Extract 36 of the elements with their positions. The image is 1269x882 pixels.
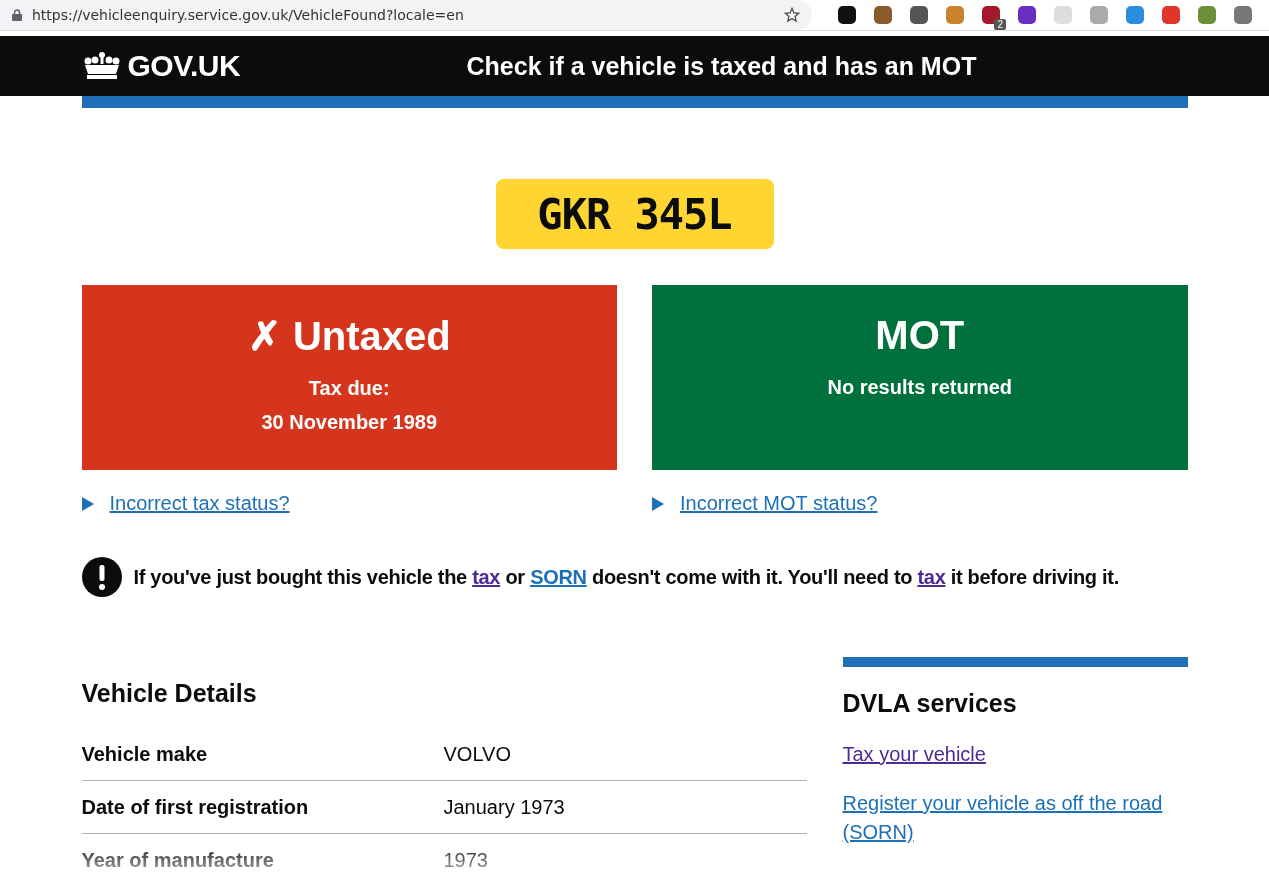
sidebar-heading: DVLA services — [842, 689, 1018, 718]
number-plate: GKR 345L — [495, 179, 774, 249]
disclosure-triangle-icon[interactable] — [81, 496, 94, 511]
service-link[interactable]: Tax your vehicle — [842, 740, 1188, 769]
extension-icon[interactable] — [838, 6, 856, 24]
details-link[interactable]: Incorrect MOT status? — [680, 492, 878, 515]
address-bar[interactable]: https://vehicleenquiry.service.gov.uk/VehicleFound?locale=en — [0, 0, 812, 30]
detail-value: VOLVO — [443, 742, 511, 766]
extension-icon[interactable] — [1018, 6, 1036, 24]
bookmark-star-icon[interactable] — [784, 7, 800, 23]
extension-icon[interactable] — [982, 6, 1000, 24]
service-name[interactable]: Check if a vehicle is taxed and has an MOT — [466, 51, 977, 81]
detail-value: January 1973 — [443, 795, 565, 819]
disclosure-triangle-icon[interactable] — [652, 496, 664, 511]
detail-label: Vehicle make — [81, 742, 209, 766]
warning-text: If you've just bought this vehicle the tax or SORN doesn't come with it. You'll need to tax it before driving it. — [133, 565, 1119, 589]
extension-icon[interactable] — [910, 6, 928, 24]
status-title: MOT — [874, 313, 966, 358]
status-detail: 30 November 1989 — [260, 410, 439, 435]
url-text[interactable]: https://vehicleenquiry.service.gov.uk/VehicleFound?locale=en — [32, 7, 774, 23]
section-heading: Vehicle Details — [81, 679, 258, 708]
inline-link[interactable]: SORN — [530, 565, 587, 588]
extension-badge: 2 — [994, 19, 1006, 30]
details-link[interactable]: Incorrect tax status? — [109, 492, 290, 515]
status-detail: No results returned — [826, 375, 1013, 400]
warning-icon — [81, 557, 122, 597]
detail-label: Date of first registration — [81, 795, 310, 819]
detail-label: Year of manufacture — [81, 848, 275, 872]
service-link[interactable]: Register your vehicle as off the road (SORN) — [842, 789, 1188, 847]
inline-link[interactable]: tax — [917, 565, 946, 588]
detail-value: 1973 — [443, 848, 488, 872]
status-title: ✗ Untaxed — [246, 313, 452, 359]
status-detail: Tax due: — [307, 376, 391, 401]
govuk-logo-text[interactable]: GOV.UK — [127, 49, 241, 83]
inline-link[interactable]: tax — [472, 565, 501, 588]
lock-icon — [12, 9, 22, 21]
